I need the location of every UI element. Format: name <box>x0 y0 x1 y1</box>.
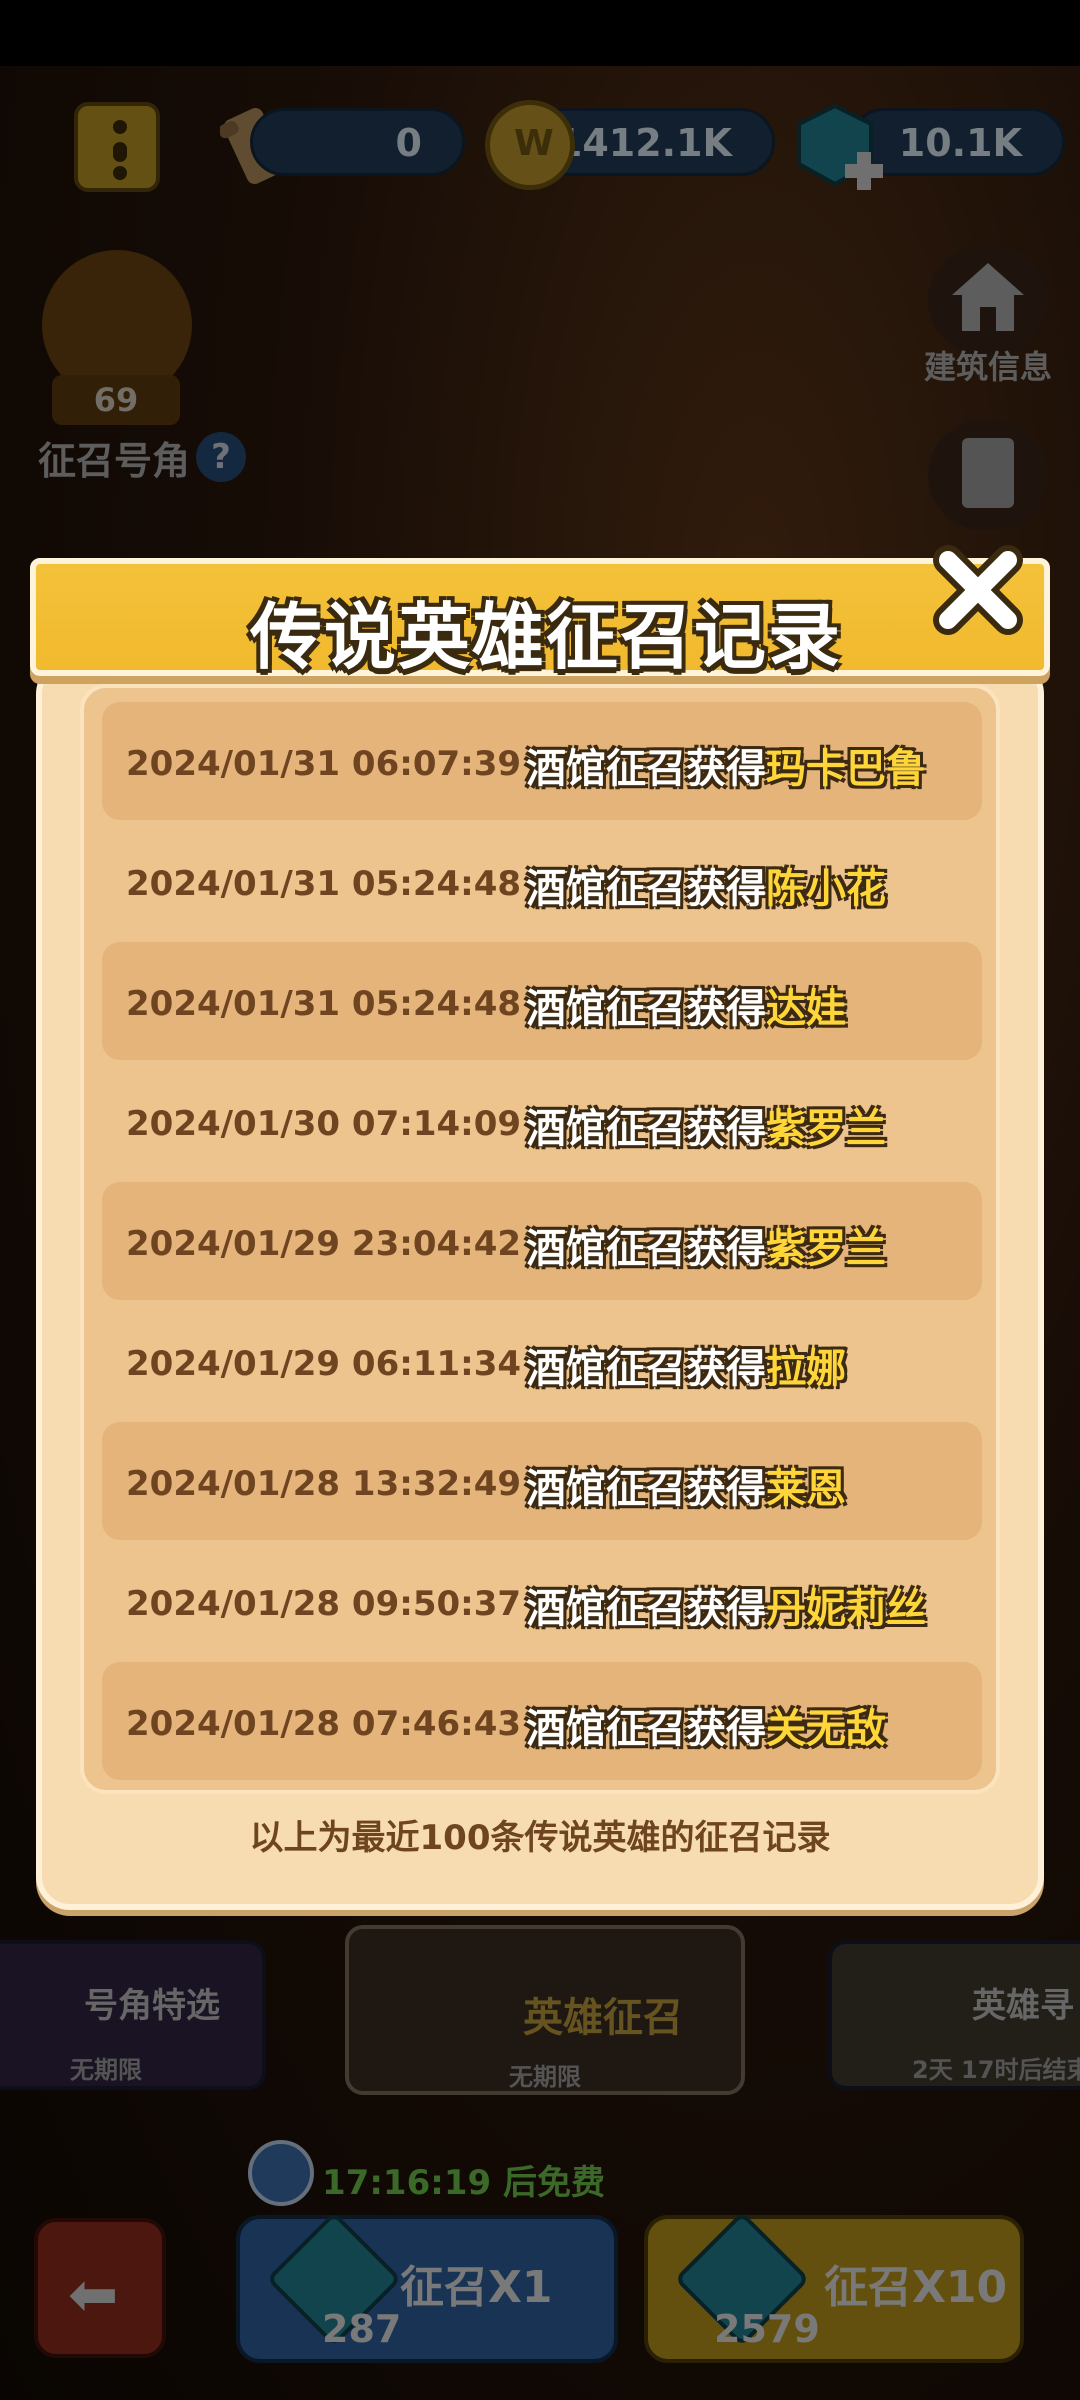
record-text: 酒馆征召获得莱恩 <box>526 1456 846 1514</box>
record-text: 酒馆征召获得陈小花 <box>526 856 886 914</box>
close-icon[interactable] <box>928 540 1028 640</box>
record-text: 酒馆征召获得紫罗兰 <box>526 1216 886 1274</box>
hero-name: 丹妮莉丝 <box>766 1586 926 1632</box>
record-prefix: 酒馆征召获得 <box>526 1466 766 1512</box>
record-list[interactable]: 2024/01/31 06:07:39 酒馆征召获得玛卡巴鲁 2024/01/3… <box>80 684 1000 1794</box>
record-text: 酒馆征召获得拉娜 <box>526 1336 846 1394</box>
record-time: 2024/01/29 06:11:34 <box>126 1344 522 1384</box>
modal-title: 传说英雄征召记录 <box>249 595 842 679</box>
record-time: 2024/01/28 09:50:37 <box>126 1584 522 1624</box>
record-time: 2024/01/29 23:04:42 <box>126 1224 522 1264</box>
record-time: 2024/01/28 07:46:43 <box>126 1704 522 1744</box>
record-time: 2024/01/31 05:24:48 <box>126 864 522 904</box>
list-item: 2024/01/28 13:32:49 酒馆征召获得莱恩 <box>102 1422 982 1540</box>
record-time: 2024/01/31 06:07:39 <box>126 744 522 784</box>
hero-name: 玛卡巴鲁 <box>766 746 926 792</box>
list-item: 2024/01/31 05:24:48 酒馆征召获得陈小花 <box>102 822 982 940</box>
hero-name: 陈小花 <box>766 866 886 912</box>
record-prefix: 酒馆征召获得 <box>526 1226 766 1272</box>
hero-name: 关无敌 <box>766 1706 886 1752</box>
record-text: 酒馆征召获得达娃 <box>526 976 846 1034</box>
list-item: 2024/01/31 06:07:39 酒馆征召获得玛卡巴鲁 <box>102 702 982 820</box>
list-item: 2024/01/31 05:24:48 酒馆征召获得达娃 <box>102 942 982 1060</box>
record-prefix: 酒馆征召获得 <box>526 866 766 912</box>
record-prefix: 酒馆征召获得 <box>526 1586 766 1632</box>
status-bar <box>0 0 1080 66</box>
record-prefix: 酒馆征召获得 <box>526 746 766 792</box>
hero-name: 达娃 <box>766 986 846 1032</box>
record-footer-note: 以上为最近100条传说英雄的征召记录 <box>249 1818 831 1858</box>
list-item: 2024/01/28 07:46:43 酒馆征召获得关无敌 <box>102 1662 982 1780</box>
list-item: 2024/01/30 07:14:09 酒馆征召获得紫罗兰 <box>102 1062 982 1180</box>
hero-name: 紫罗兰 <box>766 1226 886 1272</box>
record-prefix: 酒馆征召获得 <box>526 1106 766 1152</box>
record-time: 2024/01/28 13:32:49 <box>126 1464 522 1504</box>
record-prefix: 酒馆征召获得 <box>526 1706 766 1752</box>
hero-name: 拉娜 <box>766 1346 846 1392</box>
hero-name: 紫罗兰 <box>766 1106 886 1152</box>
record-text: 酒馆征召获得紫罗兰 <box>526 1096 886 1154</box>
list-item: 2024/01/28 09:50:37 酒馆征召获得丹妮莉丝 <box>102 1542 982 1660</box>
record-text: 酒馆征召获得丹妮莉丝 <box>526 1576 926 1634</box>
record-time: 2024/01/31 05:24:48 <box>126 984 522 1024</box>
hero-name: 莱恩 <box>766 1466 846 1512</box>
record-time: 2024/01/30 07:14:09 <box>126 1104 522 1144</box>
record-text: 酒馆征召获得关无敌 <box>526 1696 886 1754</box>
record-prefix: 酒馆征召获得 <box>526 1346 766 1392</box>
list-item: 2024/01/29 06:11:34 酒馆征召获得拉娜 <box>102 1302 982 1420</box>
record-text: 酒馆征召获得玛卡巴鲁 <box>526 736 926 794</box>
record-prefix: 酒馆征召获得 <box>526 986 766 1032</box>
list-item: 2024/01/29 23:04:42 酒馆征召获得紫罗兰 <box>102 1182 982 1300</box>
modal-header: 传说英雄征召记录 <box>30 558 1050 679</box>
